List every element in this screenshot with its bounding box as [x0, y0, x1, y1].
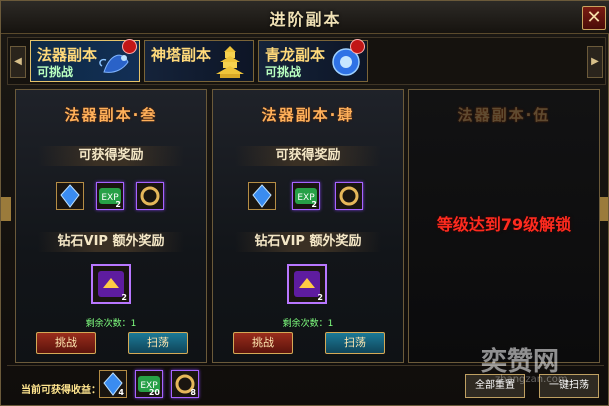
- remain-count: 剩余次数：1: [282, 319, 334, 329]
- crystal-icon: [252, 184, 272, 208]
- sweep-button[interactable]: 扫荡: [325, 332, 385, 354]
- reward-label: 可获得奖励: [235, 146, 381, 166]
- title-bar: 进阶副本 ✕: [1, 1, 609, 34]
- gain-count: 4: [118, 388, 124, 397]
- unlock-requirement: 等级达到79级解锁: [436, 215, 572, 234]
- ring-icon: [140, 186, 160, 206]
- panel-title: 法器副本·伍: [457, 106, 551, 124]
- vip-label: 钻石VIP 额外奖励: [235, 232, 381, 252]
- tab-qinglong[interactable]: 青龙副本 可挑战: [258, 39, 368, 82]
- challenge-button[interactable]: 挑战: [36, 332, 96, 354]
- remain-count: 剩余次数：1: [85, 319, 137, 329]
- vip-label: 钻石VIP 额外奖励: [38, 232, 184, 252]
- vip-reward-slot[interactable]: 2: [287, 264, 327, 304]
- gain-slot[interactable]: 8: [171, 370, 199, 398]
- tab-faqi-name: 法器副本: [37, 46, 98, 64]
- vip-reward-slot[interactable]: 2: [91, 264, 131, 304]
- reward-slot[interactable]: [136, 182, 164, 210]
- gain-count: 20: [148, 388, 160, 397]
- tab-qinglong-status: 可挑战: [265, 65, 302, 79]
- reward-slot[interactable]: [248, 182, 276, 210]
- dungeon-tab-bar: ◀ ▶ 法器副本 可挑战 神塔副本 青龙副本 可挑战: [7, 37, 606, 85]
- tabs-next-button[interactable]: ▶: [587, 46, 603, 78]
- reward-label: 可获得奖励: [38, 146, 184, 166]
- tab-qinglong-badge: [350, 39, 365, 54]
- dungeon-panel-5-locked: 法器副本·伍 等级达到79级解锁: [408, 89, 600, 363]
- window-title: 进阶副本: [269, 10, 342, 29]
- reward-slot[interactable]: [56, 182, 84, 210]
- tab-faqi[interactable]: 法器副本 可挑战: [30, 39, 140, 82]
- panel-title: 法器副本·叁: [64, 106, 158, 124]
- watermark-logo: 奕赞网: [481, 347, 560, 377]
- pagoda-icon: [216, 46, 244, 78]
- vip-reward-count: 2: [121, 293, 127, 302]
- reward-slot[interactable]: EXP 2: [96, 182, 124, 210]
- tabs-prev-button[interactable]: ◀: [10, 46, 26, 78]
- window-frame: 进阶副本 ✕ ◀ ▶ 法器副本 可挑战 神塔副本 青龙副本 可挑战 法器副本·叁…: [0, 0, 609, 406]
- tab-shenta[interactable]: 神塔副本: [144, 40, 254, 82]
- gain-slot[interactable]: EXP 20: [135, 370, 163, 398]
- reward-slot[interactable]: [335, 182, 363, 210]
- reward-count: 2: [311, 200, 317, 209]
- ring-icon: [339, 186, 359, 206]
- reward-slot[interactable]: EXP 2: [292, 182, 320, 210]
- tab-qinglong-name: 青龙副本: [265, 46, 326, 64]
- sweep-button[interactable]: 扫荡: [128, 332, 188, 354]
- watermark-url: zhangzan.com: [495, 374, 568, 385]
- tab-faqi-status: 可挑战: [37, 65, 74, 79]
- gain-label: 当前可获得收益：: [21, 385, 101, 396]
- panel-title: 法器副本·肆: [261, 106, 355, 124]
- tab-faqi-badge: [122, 39, 137, 54]
- challenge-button[interactable]: 挑战: [233, 332, 293, 354]
- scroll-left-arrow[interactable]: [1, 197, 11, 221]
- close-button[interactable]: ✕: [582, 6, 606, 30]
- dungeon-panel-4: 法器副本·肆 可获得奖励 EXP 2 钻石VIP 额外奖励 2 剩余次数：1 挑…: [212, 89, 404, 363]
- crystal-icon: [60, 184, 80, 208]
- reward-count: 2: [115, 200, 121, 209]
- tab-shenta-name: 神塔副本: [151, 46, 212, 64]
- dungeon-panel-3: 法器副本·叁 可获得奖励 EXP 2 钻石VIP 额外奖励 2 剩余次数：1 挑…: [15, 89, 207, 363]
- close-icon: ✕: [586, 7, 602, 28]
- gain-count: 8: [190, 388, 196, 397]
- vip-reward-count: 2: [317, 293, 323, 302]
- gain-slot[interactable]: 4: [99, 370, 127, 398]
